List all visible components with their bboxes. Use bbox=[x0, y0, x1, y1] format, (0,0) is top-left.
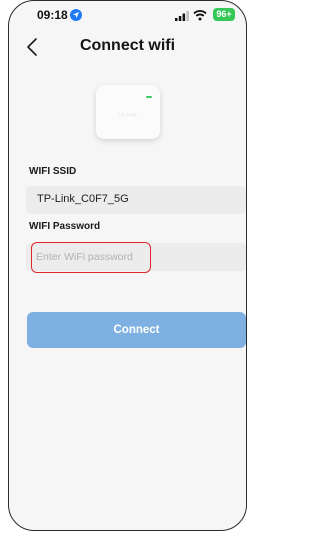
navigation-bar: Connect wifi bbox=[9, 31, 246, 63]
password-field-container bbox=[26, 243, 246, 271]
ssid-label: WIFI SSID bbox=[29, 166, 77, 177]
router-led-indicator bbox=[146, 96, 152, 98]
location-arrow-icon bbox=[70, 9, 82, 21]
status-time: 09:18 bbox=[37, 8, 68, 22]
phone-frame: 09:18 96+ Connect wifi TP-LINK WIFI SSID… bbox=[8, 0, 247, 531]
ssid-value: TP-Link_C0F7_5G bbox=[37, 193, 129, 205]
password-label: WIFI Password bbox=[29, 221, 101, 232]
battery-icon: 96+ bbox=[213, 8, 235, 21]
wifi-signal-icon bbox=[193, 10, 207, 21]
connect-button[interactable]: Connect bbox=[27, 312, 246, 348]
router-brand-text: TP-LINK bbox=[118, 112, 138, 117]
status-bar: 09:18 96+ bbox=[9, 1, 246, 29]
password-input[interactable] bbox=[26, 243, 246, 271]
page-title: Connect wifi bbox=[79, 37, 176, 54]
cellular-signal-icon bbox=[175, 11, 189, 21]
ssid-field[interactable]: TP-Link_C0F7_5G bbox=[26, 186, 246, 214]
router-device-image: TP-LINK bbox=[96, 85, 160, 139]
